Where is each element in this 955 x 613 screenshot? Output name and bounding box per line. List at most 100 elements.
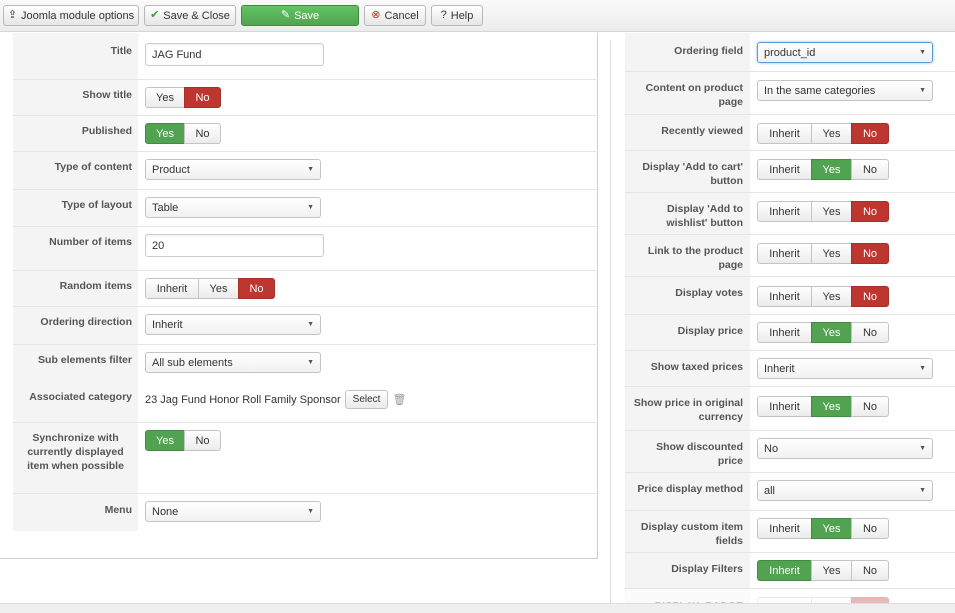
random-yes[interactable]: Yes bbox=[198, 278, 239, 299]
content-product-select[interactable]: In the same categories ▼ bbox=[757, 80, 933, 101]
add-cart-no[interactable]: No bbox=[851, 159, 889, 180]
row-random-items: Random items Inherit Yes No bbox=[13, 271, 596, 307]
discounted-select[interactable]: No ▼ bbox=[757, 438, 933, 459]
recently-viewed-toggle: Inherit Yes No bbox=[757, 123, 889, 144]
orig-currency-yes[interactable]: Yes bbox=[811, 396, 852, 417]
custom-fields-yes[interactable]: Yes bbox=[811, 518, 852, 539]
row-menu: Menu None ▼ bbox=[13, 494, 596, 531]
row-associated-category: Associated category 23 Jag Fund Honor Ro… bbox=[13, 383, 596, 423]
row-type-of-layout: Type of layout Table ▼ bbox=[13, 190, 596, 227]
orig-currency-no[interactable]: No bbox=[851, 396, 889, 417]
orig-currency-toggle: Inherit Yes No bbox=[757, 396, 889, 417]
row-custom-item-fields: Display custom item fields Inherit Yes N… bbox=[625, 511, 955, 553]
title-input[interactable]: JAG Fund bbox=[145, 43, 324, 66]
recently-viewed-inherit[interactable]: Inherit bbox=[757, 123, 812, 144]
price-yes[interactable]: Yes bbox=[811, 322, 852, 343]
right-panel: Ordering field product_id ▼ Content on p… bbox=[625, 33, 955, 613]
help-button[interactable]: ? Help bbox=[431, 5, 483, 26]
row-synchronize: Synchronize with currently displayed ite… bbox=[13, 423, 596, 494]
recently-viewed-yes[interactable]: Yes bbox=[811, 123, 852, 144]
save-close-button[interactable]: ✔ Save & Close bbox=[144, 5, 236, 26]
type-content-select[interactable]: Product ▼ bbox=[145, 159, 321, 180]
sub-filter-label: Sub elements filter bbox=[13, 345, 138, 383]
row-original-currency: Show price in original currency Inherit … bbox=[625, 387, 955, 431]
random-no[interactable]: No bbox=[238, 278, 275, 299]
published-no[interactable]: No bbox=[184, 123, 221, 144]
recently-viewed-no[interactable]: No bbox=[851, 123, 889, 144]
filters-inherit[interactable]: Inherit bbox=[757, 560, 812, 581]
show-title-label: Show title bbox=[13, 80, 138, 115]
add-wishlist-no[interactable]: No bbox=[851, 201, 889, 222]
type-layout-select[interactable]: Table ▼ bbox=[145, 197, 321, 218]
left-panel: Title JAG Fund Show title Yes No Publish… bbox=[0, 33, 598, 559]
link-product-label: Link to the product page bbox=[625, 235, 750, 276]
bottom-strip bbox=[0, 603, 955, 613]
orig-currency-inherit[interactable]: Inherit bbox=[757, 396, 812, 417]
random-inherit[interactable]: Inherit bbox=[145, 278, 199, 299]
menu-select[interactable]: None ▼ bbox=[145, 501, 321, 522]
chevron-down-icon: ▼ bbox=[919, 445, 926, 452]
row-discounted-price: Show discounted price No ▼ bbox=[625, 431, 955, 473]
chevron-down-icon: ▼ bbox=[919, 365, 926, 372]
row-published: Published Yes No bbox=[13, 116, 596, 152]
save-button[interactable]: ✎ Save bbox=[241, 5, 359, 26]
joomla-module-options-button[interactable]: ⇪ Joomla module options bbox=[3, 5, 139, 26]
random-label: Random items bbox=[13, 271, 138, 306]
content-product-label: Content on product page bbox=[625, 72, 750, 114]
link-product-yes[interactable]: Yes bbox=[811, 243, 852, 264]
check-icon: ✔ bbox=[150, 9, 160, 21]
sub-filter-select[interactable]: All sub elements ▼ bbox=[145, 352, 321, 373]
assoc-cat-value: 23 Jag Fund Honor Roll Family Sponsor Se… bbox=[145, 389, 406, 410]
sync-no[interactable]: No bbox=[184, 430, 221, 451]
custom-fields-inherit[interactable]: Inherit bbox=[757, 518, 812, 539]
add-cart-toggle: Inherit Yes No bbox=[757, 159, 889, 180]
price-method-select[interactable]: all ▼ bbox=[757, 480, 933, 501]
published-yes[interactable]: Yes bbox=[145, 123, 185, 144]
custom-fields-label: Display custom item fields bbox=[625, 511, 750, 552]
orig-currency-label: Show price in original currency bbox=[625, 387, 750, 430]
num-items-label: Number of items bbox=[13, 227, 138, 270]
add-wishlist-yes[interactable]: Yes bbox=[811, 201, 852, 222]
ordering-dir-select[interactable]: Inherit ▼ bbox=[145, 314, 321, 335]
link-product-inherit[interactable]: Inherit bbox=[757, 243, 812, 264]
filters-yes[interactable]: Yes bbox=[811, 560, 852, 581]
show-title-no[interactable]: No bbox=[184, 87, 221, 108]
add-cart-inherit[interactable]: Inherit bbox=[757, 159, 812, 180]
votes-yes[interactable]: Yes bbox=[811, 286, 852, 307]
custom-fields-no[interactable]: No bbox=[851, 518, 889, 539]
add-cart-label: Display 'Add to cart' button bbox=[625, 151, 750, 192]
filters-label: Display Filters bbox=[625, 553, 750, 588]
add-cart-yes[interactable]: Yes bbox=[811, 159, 852, 180]
num-items-input[interactable]: 20 bbox=[145, 234, 324, 257]
row-title: Title JAG Fund bbox=[13, 33, 596, 80]
votes-no[interactable]: No bbox=[851, 286, 889, 307]
row-show-title: Show title Yes No bbox=[13, 80, 596, 116]
row-add-to-cart: Display 'Add to cart' button Inherit Yes… bbox=[625, 151, 955, 193]
select-category-button[interactable]: Select bbox=[344, 390, 389, 409]
ordering-field-select[interactable]: product_id ▼ bbox=[757, 42, 933, 63]
row-show-taxed-prices: Show taxed prices Inherit ▼ bbox=[625, 351, 955, 387]
link-product-no[interactable]: No bbox=[851, 243, 889, 264]
taxed-select[interactable]: Inherit ▼ bbox=[757, 358, 933, 379]
upload-icon: ⇪ bbox=[7, 9, 18, 21]
show-title-yes[interactable]: Yes bbox=[145, 87, 185, 108]
show-title-toggle: Yes No bbox=[145, 87, 221, 108]
price-method-label: Price display method bbox=[625, 473, 750, 510]
recently-viewed-label: Recently viewed bbox=[625, 115, 750, 150]
price-inherit[interactable]: Inherit bbox=[757, 322, 812, 343]
chevron-down-icon: ▼ bbox=[307, 359, 314, 366]
add-wishlist-label: Display 'Add to wishlist' button bbox=[625, 193, 750, 234]
votes-inherit[interactable]: Inherit bbox=[757, 286, 812, 307]
add-wishlist-inherit[interactable]: Inherit bbox=[757, 201, 812, 222]
edit-icon: ✎ bbox=[280, 9, 291, 21]
type-content-label: Type of content bbox=[13, 152, 138, 189]
cancel-button[interactable]: ⊗ Cancel bbox=[364, 5, 426, 26]
trash-icon[interactable]: 🗑 bbox=[392, 393, 406, 406]
filters-no[interactable]: No bbox=[851, 560, 889, 581]
price-no[interactable]: No bbox=[851, 322, 889, 343]
toolbar: ⇪ Joomla module options ✔ Save & Close ✎… bbox=[0, 0, 955, 32]
assoc-cat-label: Associated category bbox=[13, 383, 138, 422]
add-wishlist-toggle: Inherit Yes No bbox=[757, 201, 889, 222]
chevron-down-icon: ▼ bbox=[919, 87, 926, 94]
sync-yes[interactable]: Yes bbox=[145, 430, 185, 451]
